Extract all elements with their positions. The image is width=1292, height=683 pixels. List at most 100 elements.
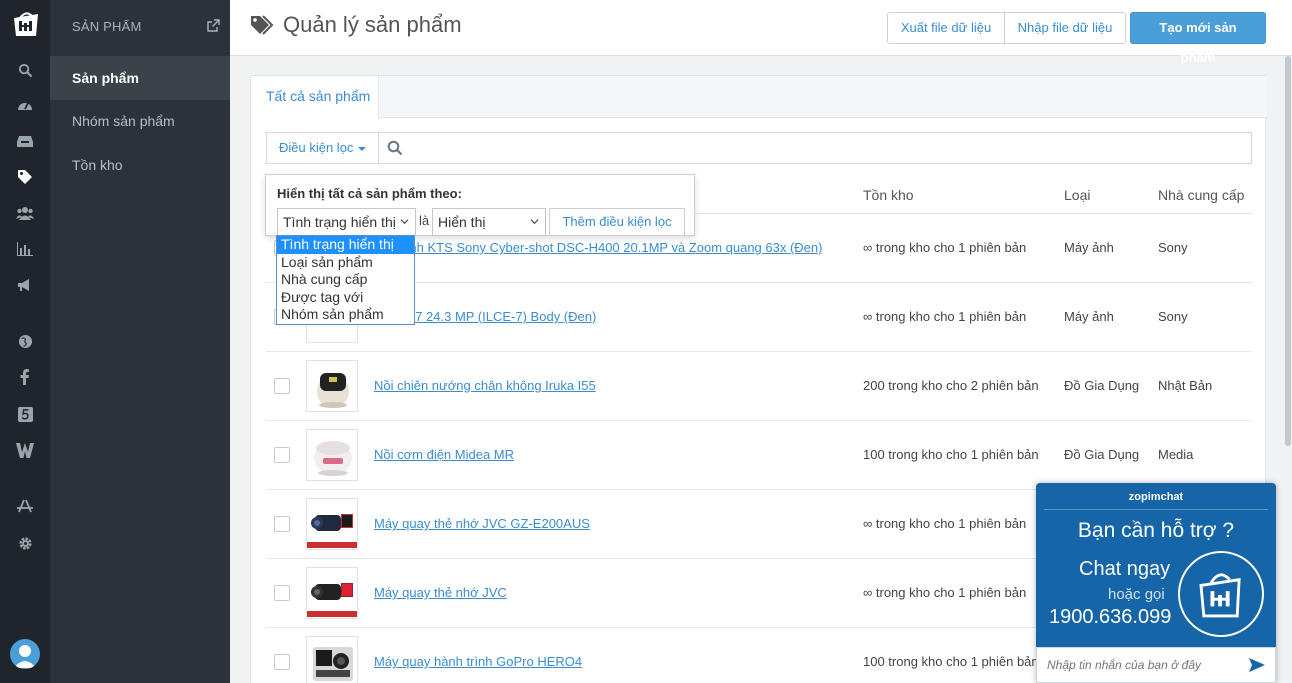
filter-value-value: Hiển thị (438, 214, 486, 230)
globe-icon[interactable] (15, 331, 35, 351)
table-row[interactable]: Nồi chiên nướng chân không Iruka I55 200… (266, 351, 1252, 420)
product-name-link[interactable]: Máy quay hành trình GoPro HERO4 (374, 654, 582, 669)
external-link-icon[interactable] (206, 19, 220, 33)
row-checkbox[interactable] (274, 585, 290, 601)
chat-widget[interactable]: zopimchat Bạn cần hỗ trợ ? Chat ngay hoặ… (1036, 483, 1276, 683)
popover-title: Hiển thị tất cả sản phẩm theo: (277, 186, 462, 201)
product-thumbnail[interactable] (306, 567, 358, 619)
add-filter-button[interactable]: Thêm điều kiện lọc (549, 208, 685, 236)
product-vendor: Nhật Bản (1158, 378, 1213, 393)
filter-bar: Điều kiện lọc (266, 132, 1252, 164)
column-header-type[interactable]: Loại (1064, 187, 1090, 203)
filter-field-dropdown: Tình trạng hiển thị Loại sản phẩm Nhà cu… (276, 235, 415, 325)
table-row[interactable]: Nồi cơm điện Midea MR 100 trong kho cho … (266, 420, 1252, 489)
sidebar-section-title: SẢN PHẨM (72, 19, 142, 34)
scrollbar-thumb[interactable] (1285, 56, 1291, 446)
users-icon[interactable] (15, 203, 35, 223)
shopping-bag-logo-icon (1178, 551, 1264, 637)
filter-connector: là (419, 213, 430, 228)
user-avatar[interactable] (10, 639, 40, 669)
filter-field-select[interactable]: Tình trạng hiển thị (277, 208, 416, 236)
product-name-link[interactable]: Nồi cơm điện Midea MR (374, 447, 514, 462)
sidebar-item-products[interactable]: Sản phẩm (50, 56, 230, 100)
product-vendor: Sony (1158, 240, 1188, 255)
megaphone-icon[interactable] (15, 275, 35, 295)
filter-conditions-label: Điều kiện lọc (279, 140, 354, 155)
create-product-button[interactable]: Tạo mới sản phẩm (1130, 12, 1266, 65)
chevron-down-icon (530, 219, 539, 225)
chat-message-input[interactable] (1037, 648, 1242, 682)
chat-question: Bạn cần hỗ trợ ? (1077, 519, 1235, 542)
product-name-link[interactable]: Máy ảnh KTS Sony Cyber-shot DSC-H400 20.… (374, 240, 822, 255)
page-header: Quản lý sản phẩm Xuất file dữ liệu Nhập … (230, 0, 1292, 65)
product-thumbnail[interactable] (306, 360, 358, 412)
dropdown-option[interactable]: Loại sản phẩm (277, 254, 414, 272)
tab-bar: Tất cả sản phẩm (251, 76, 1267, 118)
product-stock: ∞ trong kho cho 1 phiên bản (863, 309, 1027, 324)
tags-icon (251, 15, 274, 35)
page-title: Quản lý sản phẩm (283, 12, 462, 37)
product-stock: ∞ trong kho cho 1 phiên bản (863, 585, 1027, 600)
product-vendor: Media (1158, 447, 1194, 462)
column-header-vendor[interactable]: Nhà cung cấp (1158, 187, 1244, 203)
tab-all-products[interactable]: Tất cả sản phẩm (251, 76, 379, 118)
product-type: Đồ Gia Dụng (1064, 447, 1140, 462)
caret-down-icon (358, 146, 367, 151)
product-name-link[interactable]: Máy quay thẻ nhớ JVC GZ-E200AUS (374, 516, 590, 531)
column-header-stock[interactable]: Tồn kho (863, 187, 914, 203)
export-button[interactable]: Xuất file dữ liệu (887, 12, 1005, 44)
product-stock: 100 trong kho cho 1 phiên bản (863, 447, 1039, 462)
product-stock: ∞ trong kho cho 1 phiên bản (863, 240, 1027, 255)
product-type: Đồ Gia Dụng (1064, 378, 1140, 393)
dashboard-icon[interactable] (15, 95, 35, 115)
dropdown-option[interactable]: Nhóm sản phẩm (277, 306, 414, 324)
send-icon[interactable] (1248, 656, 1266, 674)
inbox-icon[interactable] (15, 131, 35, 151)
product-thumbnail[interactable] (306, 498, 358, 550)
row-checkbox[interactable] (274, 378, 290, 394)
product-type: Máy ảnh (1064, 240, 1114, 255)
product-stock: ∞ trong kho cho 1 phiên bản (863, 516, 1027, 531)
dropdown-option[interactable]: Được tag với (277, 289, 414, 307)
app-store-icon[interactable] (15, 496, 35, 516)
product-stock: 200 trong kho cho 2 phiên bản (863, 378, 1039, 393)
product-thumbnail[interactable] (306, 429, 358, 481)
product-name-link[interactable]: Nồi chiên nướng chân không Iruka I55 (374, 378, 596, 393)
product-thumbnail[interactable] (306, 636, 358, 683)
dropdown-option[interactable]: Nhà cung cấp (277, 271, 414, 289)
sub-sidebar: SẢN PHẨM Sản phẩm Nhóm sản phẩm Tồn kho (50, 0, 230, 683)
product-name-link[interactable]: Máy quay thẻ nhớ JVC (374, 585, 507, 600)
chat-divider (1044, 509, 1268, 510)
icon-rail (0, 0, 50, 683)
chart-icon[interactable] (15, 239, 35, 259)
chat-phone: 1900.636.099 (1049, 606, 1172, 628)
row-checkbox[interactable] (274, 447, 290, 463)
w-icon[interactable] (15, 440, 35, 460)
search-icon (387, 140, 403, 156)
sidebar-item-inventory[interactable]: Tồn kho (50, 143, 230, 187)
chat-now-label[interactable]: Chat ngay (1079, 558, 1170, 581)
chat-brand: zopimchat (1128, 491, 1184, 503)
product-vendor: Sony (1158, 309, 1188, 324)
filter-conditions-button[interactable]: Điều kiện lọc (267, 133, 379, 163)
search-icon[interactable] (15, 60, 35, 80)
row-checkbox[interactable] (274, 654, 290, 670)
product-type: Máy ảnh (1064, 309, 1114, 324)
facebook-icon[interactable] (15, 367, 35, 387)
chat-message-box (1036, 647, 1276, 683)
tag-icon[interactable] (15, 167, 35, 187)
gear-icon[interactable] (15, 533, 35, 553)
row-checkbox[interactable] (274, 516, 290, 532)
page-scrollbar[interactable] (1284, 56, 1292, 683)
product-stock: 100 trong kho cho 1 phiên bản (863, 654, 1039, 669)
chat-or-call: hoặc gọi (1108, 586, 1165, 603)
five-icon[interactable] (15, 404, 35, 424)
dropdown-option[interactable]: Tình trạng hiển thị (277, 236, 414, 254)
sidebar-item-product-groups[interactable]: Nhóm sản phẩm (50, 99, 230, 143)
filter-field-value: Tình trạng hiển thị (283, 214, 396, 230)
haravan-logo-icon[interactable] (10, 8, 42, 40)
chevron-down-icon (400, 219, 409, 225)
filter-value-select[interactable]: Hiển thị (432, 208, 546, 236)
filter-popover: Hiển thị tất cả sản phẩm theo: Tình trạn… (265, 174, 695, 236)
import-button[interactable]: Nhập file dữ liệu (1004, 12, 1126, 44)
